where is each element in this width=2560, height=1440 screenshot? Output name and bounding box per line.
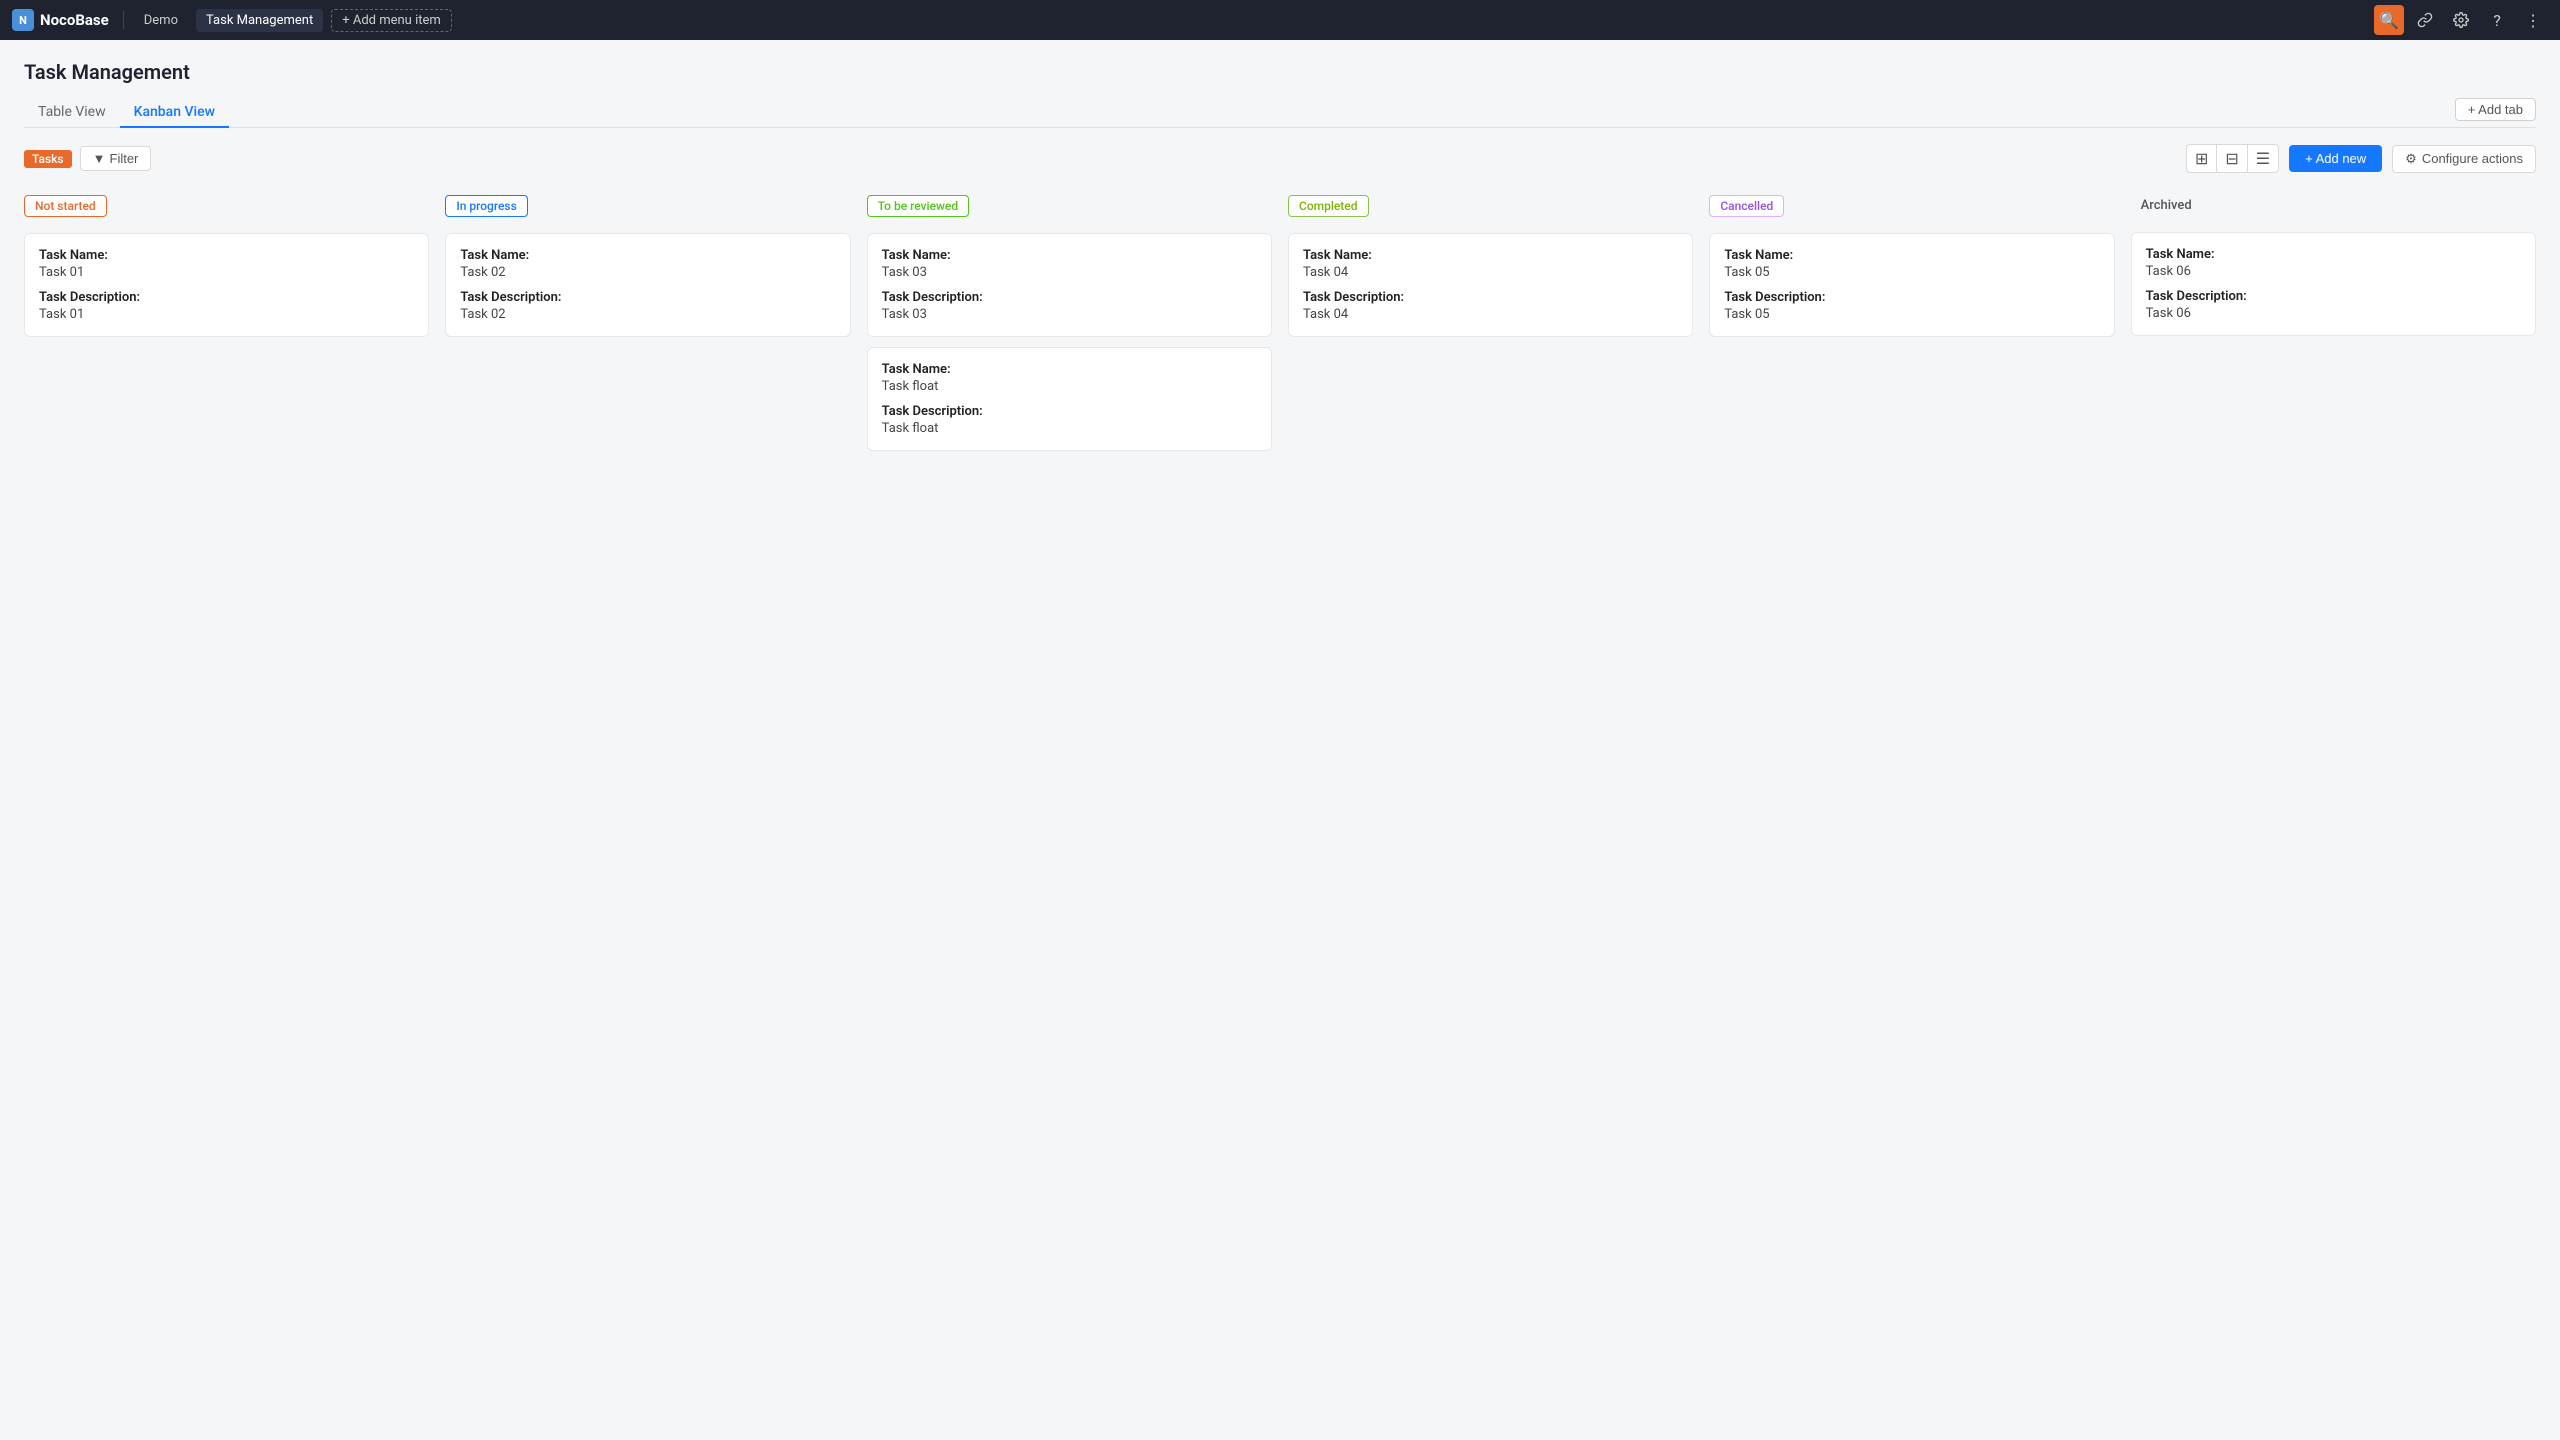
task-name-value: Task 05	[1724, 265, 2099, 280]
column-header-not-started: Not started	[24, 189, 429, 223]
brand-name: NocoBase	[40, 11, 109, 29]
card-in-progress-0[interactable]: Task Name: Task 02 Task Description: Tas…	[445, 233, 850, 337]
nav-right-icons: 🔍 ? ⋮	[2374, 5, 2548, 35]
task-name-value: Task 04	[1303, 265, 1678, 280]
top-navigation: N NocoBase Demo Task Management + Add me…	[0, 0, 2560, 40]
configure-icon: ⚙	[2405, 151, 2417, 167]
task-desc-label: Task Description:	[2146, 289, 2521, 304]
task-name-label: Task Name:	[2146, 247, 2521, 262]
task-name-label: Task Name:	[39, 248, 414, 263]
filter-button[interactable]: ▼ Filter	[80, 146, 152, 171]
main-content: Task Management Table View Kanban View +…	[0, 40, 2560, 487]
status-badge-archived: Archived	[2131, 195, 2202, 216]
add-tab-button[interactable]: + Add tab	[2455, 98, 2536, 121]
add-menu-item-button[interactable]: + Add menu item	[331, 9, 452, 32]
status-badge-cancelled: Cancelled	[1709, 195, 1784, 217]
task-desc-value: Task 03	[882, 307, 1257, 322]
configure-label: Configure actions	[2422, 151, 2523, 166]
task-desc-value: Task float	[882, 421, 1257, 436]
toolbar-left: Tasks ▼ Filter	[24, 146, 151, 171]
brand-logo[interactable]: N NocoBase	[12, 9, 109, 31]
task-name-label: Task Name:	[882, 248, 1257, 263]
column-header-cancelled: Cancelled	[1709, 189, 2114, 223]
table-view-icon[interactable]: ☰	[2248, 145, 2278, 172]
list-view-icon[interactable]: ⊟	[2217, 145, 2247, 172]
tasks-badge: Tasks	[24, 150, 72, 168]
task-desc-value: Task 04	[1303, 307, 1678, 322]
task-desc-label: Task Description:	[882, 404, 1257, 419]
card-archived-0[interactable]: Task Name: Task 06 Task Description: Tas…	[2131, 232, 2536, 336]
filter-label: Filter	[110, 151, 139, 166]
brand-icon: N	[12, 9, 34, 31]
column-not-started: Not started Task Name: Task 01 Task Desc…	[24, 189, 429, 451]
grid-view-icon[interactable]: ⊞	[2187, 145, 2217, 172]
task-name-value: Task 06	[2146, 264, 2521, 279]
card-completed-0[interactable]: Task Name: Task 04 Task Description: Tas…	[1288, 233, 1693, 337]
nav-divider-1	[123, 10, 124, 30]
tab-kanban-view[interactable]: Kanban View	[120, 98, 229, 128]
nav-item-demo[interactable]: Demo	[134, 9, 188, 32]
task-desc-label: Task Description:	[39, 290, 414, 305]
card-to-be-reviewed-0[interactable]: Task Name: Task 03 Task Description: Tas…	[867, 233, 1272, 337]
task-desc-label: Task Description:	[1303, 290, 1678, 305]
task-name-value: Task float	[882, 379, 1257, 394]
task-desc-label: Task Description:	[882, 290, 1257, 305]
task-name-value: Task 02	[460, 265, 835, 280]
task-name-label: Task Name:	[460, 248, 835, 263]
link-icon-button[interactable]	[2410, 5, 2440, 35]
kanban-board: Not started Task Name: Task 01 Task Desc…	[24, 189, 2536, 467]
task-desc-value: Task 02	[460, 307, 835, 322]
status-badge-in-progress: In progress	[445, 195, 527, 217]
search-icon-button[interactable]: 🔍	[2374, 5, 2404, 35]
status-badge-to-be-reviewed: To be reviewed	[867, 195, 969, 217]
task-desc-label: Task Description:	[1724, 290, 2099, 305]
view-tabs: Table View Kanban View + Add tab	[24, 98, 2536, 128]
task-desc-value: Task 01	[39, 307, 414, 322]
task-desc-value: Task 05	[1724, 307, 2099, 322]
toolbar-right: ⊞ ⊟ ☰ + Add new ⚙ Configure actions	[2186, 144, 2536, 173]
toolbar: Tasks ▼ Filter ⊞ ⊟ ☰ + Add new ⚙ Configu…	[24, 144, 2536, 173]
column-completed: Completed Task Name: Task 04 Task Descri…	[1288, 189, 1693, 451]
task-desc-value: Task 06	[2146, 306, 2521, 321]
view-toggle-icons: ⊞ ⊟ ☰	[2186, 144, 2279, 173]
card-cancelled-0[interactable]: Task Name: Task 05 Task Description: Tas…	[1709, 233, 2114, 337]
column-header-completed: Completed	[1288, 189, 1693, 223]
status-badge-completed: Completed	[1288, 195, 1369, 217]
settings-icon-button[interactable]	[2446, 5, 2476, 35]
status-badge-not-started: Not started	[24, 195, 107, 217]
configure-actions-button[interactable]: ⚙ Configure actions	[2392, 145, 2536, 173]
add-new-button[interactable]: + Add new	[2289, 145, 2382, 172]
task-name-label: Task Name:	[882, 362, 1257, 377]
help-icon-button[interactable]: ?	[2482, 5, 2512, 35]
column-archived: Archived Task Name: Task 06 Task Descrip…	[2131, 189, 2536, 451]
tab-table-view[interactable]: Table View	[24, 98, 120, 128]
task-name-value: Task 01	[39, 265, 414, 280]
card-not-started-0[interactable]: Task Name: Task 01 Task Description: Tas…	[24, 233, 429, 337]
task-desc-label: Task Description:	[460, 290, 835, 305]
task-name-value: Task 03	[882, 265, 1257, 280]
filter-icon: ▼	[93, 151, 106, 166]
task-name-label: Task Name:	[1303, 248, 1678, 263]
column-in-progress: In progress Task Name: Task 02 Task Desc…	[445, 189, 850, 451]
page-title: Task Management	[24, 60, 2536, 84]
column-cancelled: Cancelled Task Name: Task 05 Task Descri…	[1709, 189, 2114, 451]
card-to-be-reviewed-1[interactable]: Task Name: Task float Task Description: …	[867, 347, 1272, 451]
more-icon-button[interactable]: ⋮	[2518, 5, 2548, 35]
nav-item-task-management[interactable]: Task Management	[196, 9, 323, 32]
column-to-be-reviewed: To be reviewed Task Name: Task 03 Task D…	[867, 189, 1272, 451]
column-header-in-progress: In progress	[445, 189, 850, 223]
column-header-to-be-reviewed: To be reviewed	[867, 189, 1272, 223]
column-header-archived: Archived	[2131, 189, 2536, 222]
task-name-label: Task Name:	[1724, 248, 2099, 263]
